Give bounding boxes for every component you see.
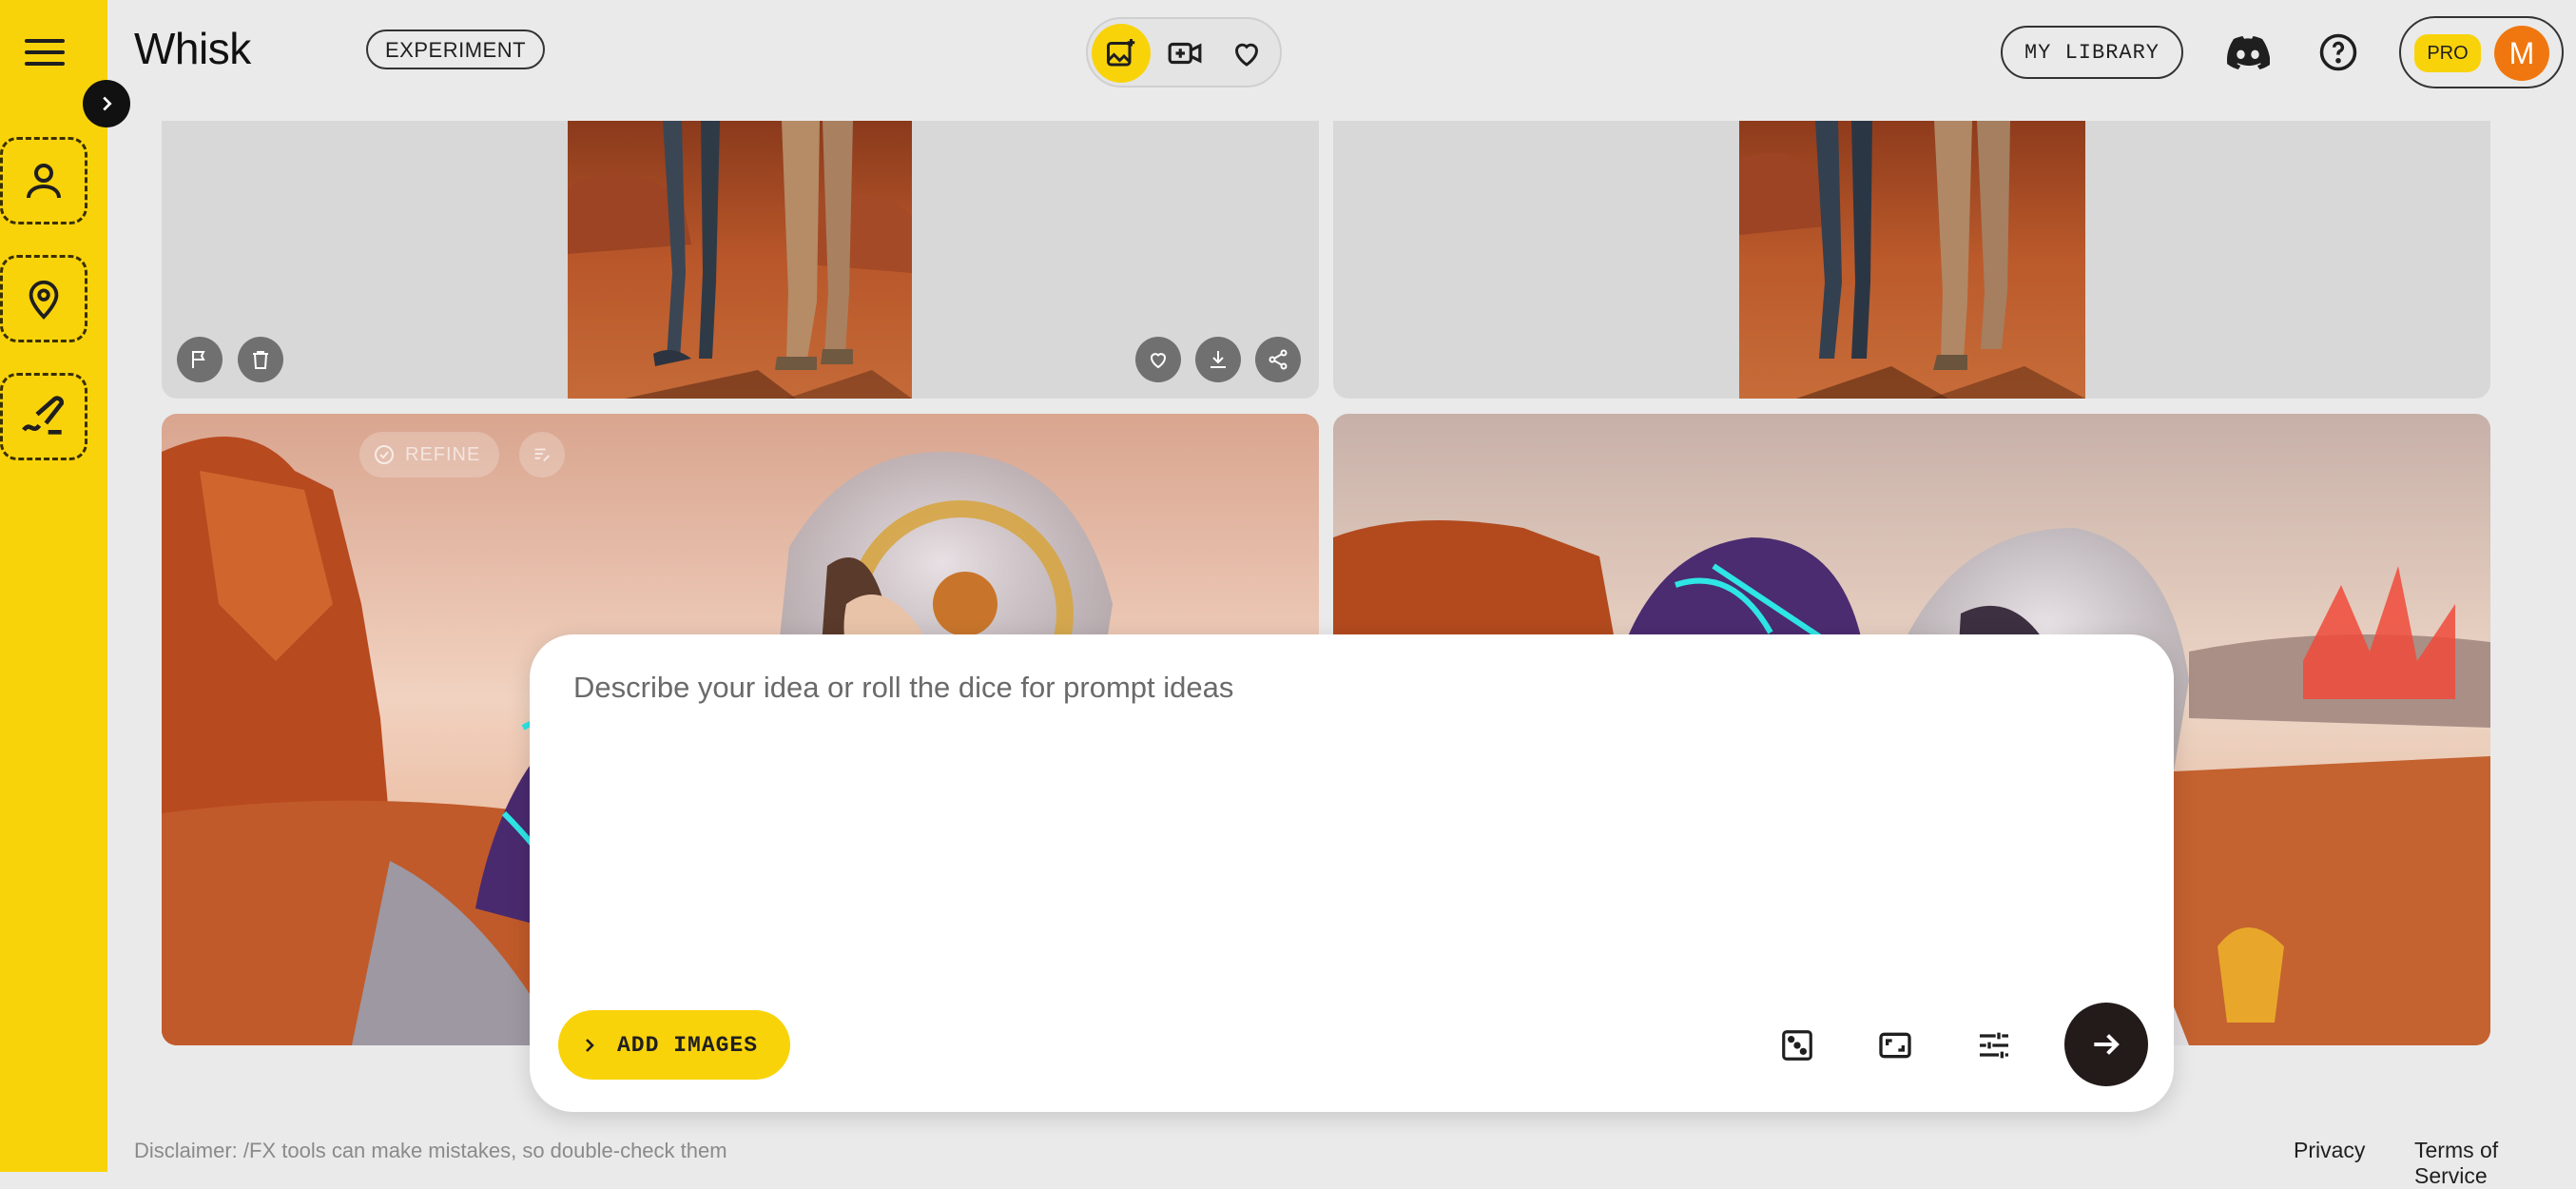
result-card-top-right[interactable] xyxy=(1333,121,2490,399)
experiment-badge: EXPERIMENT xyxy=(366,29,546,69)
scene-slot[interactable] xyxy=(0,255,87,342)
report-button[interactable] xyxy=(177,337,223,382)
hamburger-menu-icon[interactable] xyxy=(25,32,65,72)
terms-link[interactable]: Terms of Service xyxy=(2414,1138,2576,1189)
video-mode-button[interactable] xyxy=(1155,24,1214,83)
subject-slot[interactable] xyxy=(0,137,87,224)
disclaimer-text: Disclaimer: /FX tools can make mistakes,… xyxy=(134,1139,727,1162)
sidebar-expand-button[interactable] xyxy=(83,80,130,127)
download-button[interactable] xyxy=(1195,337,1241,382)
heart-icon xyxy=(1150,353,1167,369)
delete-button[interactable] xyxy=(238,337,283,382)
app-title: Whisk xyxy=(134,24,251,73)
privacy-link[interactable]: Privacy xyxy=(2294,1138,2365,1163)
settings-button[interactable] xyxy=(1966,1017,2023,1074)
add-images-button[interactable]: ADD IMAGES xyxy=(558,1010,790,1080)
top-bar: Whisk EXPERIMENT xyxy=(107,0,2576,103)
avatar: M xyxy=(2494,26,2549,81)
refine-icon xyxy=(375,445,394,464)
flag-icon xyxy=(192,351,205,368)
favorites-mode-button[interactable] xyxy=(1217,24,1276,83)
location-pin-icon xyxy=(29,280,59,320)
aspect-ratio-icon xyxy=(1879,1032,1911,1059)
my-library-button[interactable]: MY LIBRARY xyxy=(2001,26,2183,79)
result-card-top-left[interactable] xyxy=(162,121,1319,399)
heart-icon xyxy=(1234,43,1259,67)
share-icon xyxy=(1269,349,1288,370)
arrow-right-icon xyxy=(2094,1034,2120,1055)
random-prompt-button[interactable] xyxy=(1769,1017,1826,1074)
prompt-panel: ADD IMAGES xyxy=(530,634,2174,1112)
share-button[interactable] xyxy=(1255,337,1301,382)
refine-label: REFINE xyxy=(405,443,481,465)
discord-icon xyxy=(2227,36,2270,69)
favorite-button[interactable] xyxy=(1135,337,1181,382)
generated-image xyxy=(568,121,912,399)
mode-switcher xyxy=(1086,17,1282,88)
help-icon xyxy=(2319,33,2357,71)
add-images-label: ADD IMAGES xyxy=(617,1032,759,1058)
image-mode-button[interactable] xyxy=(1092,24,1151,83)
discord-button[interactable] xyxy=(2221,26,2275,79)
image-sparkle-icon xyxy=(1107,39,1135,67)
edit-prompt-button[interactable] xyxy=(519,432,565,478)
edit-text-icon xyxy=(534,448,550,462)
submit-button[interactable] xyxy=(2064,1003,2148,1086)
person-icon xyxy=(27,164,61,199)
chevron-right-icon xyxy=(586,1038,594,1052)
generated-image xyxy=(1739,121,2085,399)
settings-sliders-icon xyxy=(1980,1032,2008,1059)
video-plus-icon xyxy=(1168,42,1202,65)
style-slot[interactable] xyxy=(0,373,87,460)
help-button[interactable] xyxy=(2312,26,2365,79)
refine-button[interactable]: REFINE xyxy=(359,432,500,478)
account-button[interactable]: PRO M xyxy=(2399,16,2564,88)
trash-icon xyxy=(253,351,268,369)
brush-icon xyxy=(22,396,64,435)
chevron-right-icon xyxy=(103,96,112,111)
sidebar xyxy=(0,0,107,1172)
dice-icon xyxy=(1782,1030,1812,1061)
prompt-input[interactable] xyxy=(571,669,2135,986)
download-icon xyxy=(1211,351,1226,368)
pro-badge: PRO xyxy=(2414,34,2481,72)
aspect-ratio-button[interactable] xyxy=(1867,1017,1924,1074)
